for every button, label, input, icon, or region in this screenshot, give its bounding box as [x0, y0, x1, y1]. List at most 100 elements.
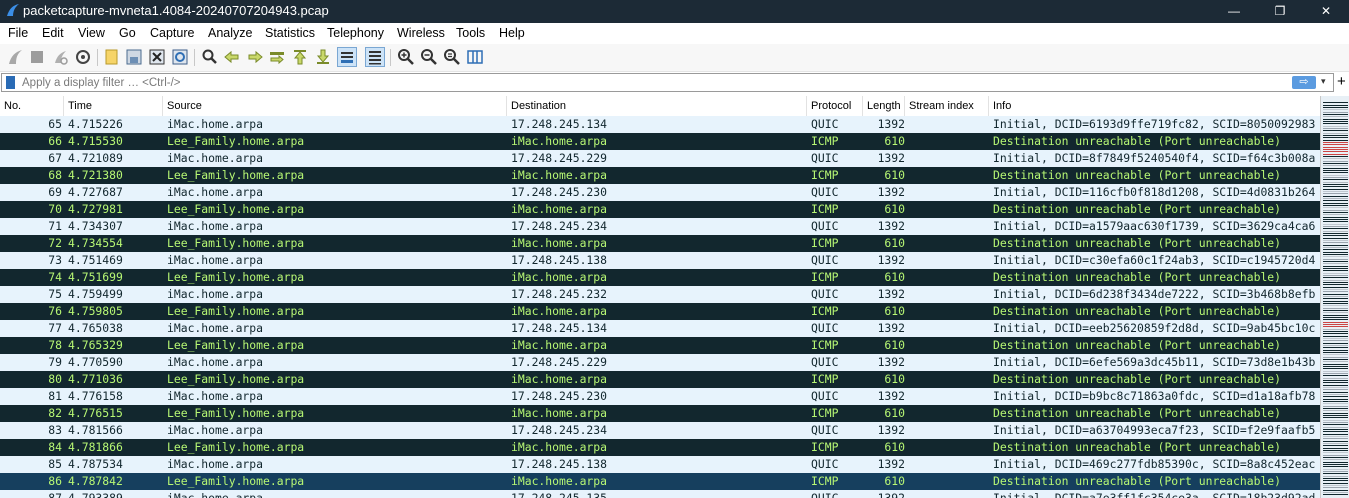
close-button[interactable]: ✕ [1303, 0, 1349, 23]
packet-row[interactable]: 66 4.715530 Lee_Family.home.arpa iMac.home.… [0, 133, 1320, 150]
packet-row[interactable]: 65 4.715226 iMac.home.arpa 17.248.245.134 QU… [0, 116, 1320, 133]
go-to-packet-icon[interactable] [267, 47, 287, 67]
packet-row[interactable]: 79 4.770590 iMac.home.arpa 17.248.245.229 QU… [0, 354, 1320, 371]
display-filter-input[interactable] [22, 75, 1282, 90]
capture-options-icon[interactable] [73, 47, 93, 67]
column-header-length[interactable]: Length [863, 96, 905, 116]
cell-no: 75 [48, 287, 62, 301]
cell-info: Destination unreachable (Port unreachabl… [993, 372, 1282, 386]
packet-row[interactable]: 68 4.721380 Lee_Family.home.arpa iMac.home.… [0, 167, 1320, 184]
minimap-line [1323, 273, 1348, 274]
minimap-line [1323, 240, 1348, 241]
minimap-line [1323, 102, 1348, 103]
column-header-time[interactable]: Time [64, 96, 163, 116]
menu-go[interactable]: Go [119, 26, 136, 40]
column-header-destination[interactable]: Destination [507, 96, 807, 116]
apply-filter-button[interactable]: ⇨ [1292, 76, 1316, 89]
menu-tools[interactable]: Tools [456, 26, 485, 40]
column-header-no[interactable]: No. [0, 96, 64, 116]
minimize-button[interactable]: — [1211, 0, 1257, 23]
packet-row[interactable]: 85 4.787534 iMac.home.arpa 17.248.245.138 QU… [0, 456, 1320, 473]
packet-row[interactable]: 71 4.734307 iMac.home.arpa 17.248.245.234 QU… [0, 218, 1320, 235]
zoom-normal-icon[interactable] [442, 47, 462, 67]
cell-protocol: QUIC [811, 253, 839, 267]
menu-analyze[interactable]: Analyze [208, 26, 252, 40]
cell-protocol: ICMP [811, 236, 839, 250]
minimap-line [1323, 247, 1348, 248]
packet-row[interactable]: 77 4.765038 iMac.home.arpa 17.248.245.134 QU… [0, 320, 1320, 337]
menu-edit[interactable]: Edit [42, 26, 64, 40]
packet-row[interactable]: 75 4.759499 iMac.home.arpa 17.248.245.232 QU… [0, 286, 1320, 303]
packet-row[interactable]: 70 4.727981 Lee_Family.home.arpa iMac.home.… [0, 201, 1320, 218]
minimap-line [1323, 235, 1348, 236]
column-header-source[interactable]: Source [163, 96, 507, 116]
menu-help[interactable]: Help [499, 26, 525, 40]
close-file-icon[interactable] [147, 47, 167, 67]
zoom-in-icon[interactable] [396, 47, 416, 67]
packet-row[interactable]: 80 4.771036 Lee_Family.home.arpa iMac.home.… [0, 371, 1320, 388]
packet-row[interactable]: 81 4.776158 iMac.home.arpa 17.248.245.230 QU… [0, 388, 1320, 405]
go-first-packet-icon[interactable] [290, 47, 310, 67]
cell-time: 4.715226 [68, 117, 123, 131]
packet-row[interactable]: 73 4.751469 iMac.home.arpa 17.248.245.138 QU… [0, 252, 1320, 269]
minimap-line [1323, 186, 1348, 187]
restore-button[interactable]: ❐ [1257, 0, 1303, 23]
colorize-icon[interactable] [365, 47, 385, 67]
menu-statistics[interactable]: Statistics [265, 26, 315, 40]
go-back-icon[interactable] [222, 47, 242, 67]
packet-row[interactable]: 86 4.787842 Lee_Family.home.arpa iMac.home.… [0, 473, 1320, 490]
filter-bookmark-icon[interactable] [6, 76, 15, 89]
packet-row[interactable]: 69 4.727687 iMac.home.arpa 17.248.245.230 QU… [0, 184, 1320, 201]
menu-capture[interactable]: Capture [150, 26, 194, 40]
resize-columns-icon[interactable] [465, 47, 485, 67]
minimap-line [1323, 315, 1348, 316]
column-header-stream-index[interactable]: Stream index [905, 96, 989, 116]
stop-capture-icon[interactable] [27, 47, 47, 67]
cell-info: Initial, DCID=a1579aac630f1739, SCID=362… [993, 219, 1316, 233]
toolbar-separator [390, 49, 391, 66]
filter-history-dropdown[interactable]: ▾ [1321, 76, 1326, 87]
menu-file[interactable]: File [8, 26, 28, 40]
packet-row[interactable]: 84 4.781866 Lee_Family.home.arpa iMac.home.… [0, 439, 1320, 456]
go-forward-icon[interactable] [245, 47, 265, 67]
cell-source: iMac.home.arpa [167, 457, 264, 471]
packet-row[interactable]: 82 4.776515 Lee_Family.home.arpa iMac.home.… [0, 405, 1320, 422]
packet-row[interactable]: 74 4.751699 Lee_Family.home.arpa iMac.home.… [0, 269, 1320, 286]
packet-minimap-scrollbar[interactable] [1320, 96, 1349, 498]
minimap-line [1323, 368, 1348, 369]
cell-length: 610 [884, 406, 905, 420]
packet-row[interactable]: 76 4.759805 Lee_Family.home.arpa iMac.home.… [0, 303, 1320, 320]
menu-telephony[interactable]: Telephony [327, 26, 384, 40]
find-packet-icon[interactable] [200, 47, 220, 67]
auto-scroll-icon[interactable] [337, 47, 357, 67]
packet-row[interactable]: 67 4.721089 iMac.home.arpa 17.248.245.229 QU… [0, 150, 1320, 167]
packet-row[interactable]: 83 4.781566 iMac.home.arpa 17.248.245.234 QU… [0, 422, 1320, 439]
minimap-line [1323, 413, 1348, 414]
cell-length: 1392 [877, 491, 905, 498]
column-header-info[interactable]: Info [989, 96, 1320, 116]
zoom-out-icon[interactable] [419, 47, 439, 67]
minimap-line [1323, 359, 1348, 360]
reload-file-icon[interactable] [170, 47, 190, 67]
open-file-icon[interactable] [102, 47, 122, 67]
menu-wireless[interactable]: Wireless [397, 26, 445, 40]
cell-no: 66 [48, 134, 62, 148]
minimap-line [1323, 375, 1348, 376]
packet-row[interactable]: 72 4.734554 Lee_Family.home.arpa iMac.home.… [0, 235, 1320, 252]
packet-row[interactable]: 87 4.793389 iMac.home.arpa 17.248.245.135 QU… [0, 490, 1320, 498]
add-filter-button[interactable]: + [1337, 73, 1346, 91]
cell-protocol: QUIC [811, 389, 839, 403]
menu-view[interactable]: View [78, 26, 105, 40]
cell-stream-index [909, 201, 989, 218]
minimap-line [1323, 200, 1348, 201]
go-last-packet-icon[interactable] [313, 47, 333, 67]
save-file-icon[interactable] [124, 47, 144, 67]
cell-destination: iMac.home.arpa [511, 372, 608, 386]
column-header-protocol[interactable]: Protocol [807, 96, 863, 116]
restart-capture-icon[interactable] [50, 47, 70, 67]
cell-destination: iMac.home.arpa [511, 440, 608, 454]
minimap-line [1323, 287, 1348, 288]
title-bar: packetcapture-mvneta1.4084-2024070720494… [0, 0, 1349, 23]
start-capture-icon[interactable] [5, 47, 25, 67]
packet-row[interactable]: 78 4.765329 Lee_Family.home.arpa iMac.home.… [0, 337, 1320, 354]
